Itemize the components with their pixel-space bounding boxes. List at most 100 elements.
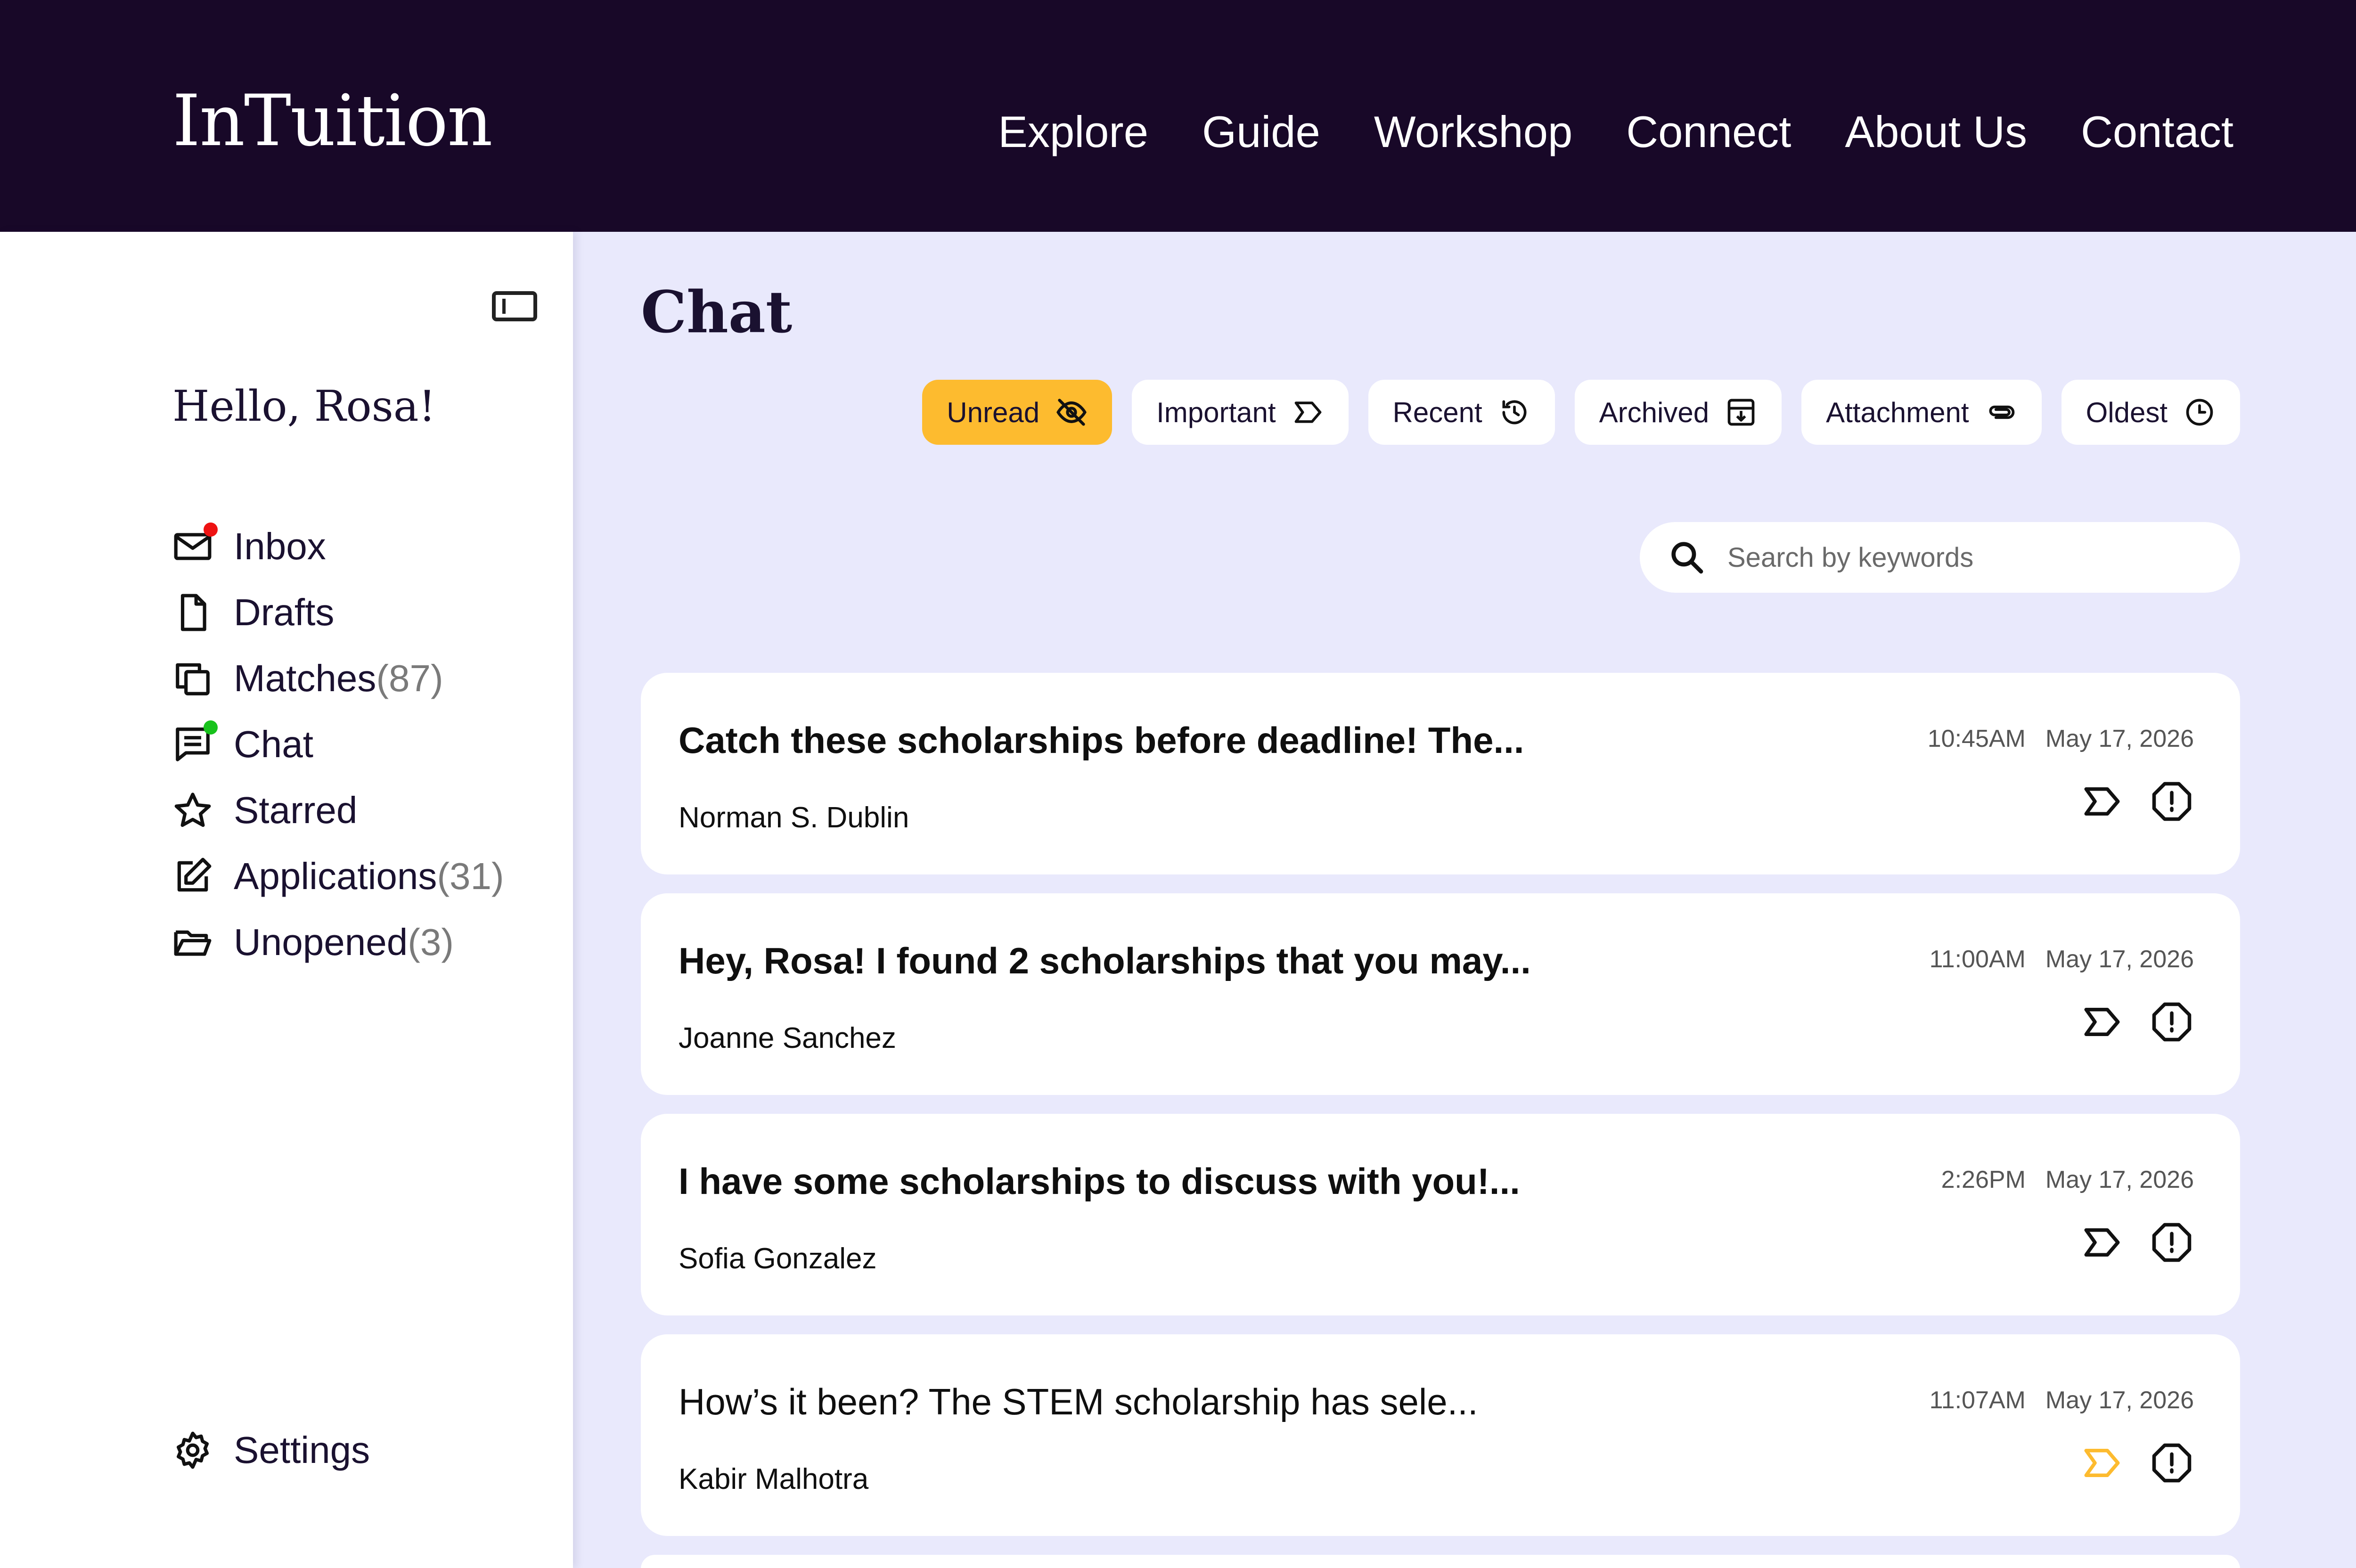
nav-guide[interactable]: Guide bbox=[1202, 106, 1320, 157]
message-list: Catch these scholarships before deadline… bbox=[641, 673, 2240, 1568]
sidebar-item-unopened[interactable]: Unopened (3) bbox=[172, 909, 504, 975]
message-card[interactable]: I have some scholarships to discuss with… bbox=[641, 1114, 2240, 1315]
report-icon[interactable] bbox=[2151, 780, 2193, 823]
important-label-icon[interactable] bbox=[2081, 780, 2123, 823]
message-time: 2:26PM bbox=[1941, 1166, 2026, 1193]
nav-workshop[interactable]: Workshop bbox=[1374, 106, 1572, 157]
filter-label: Attachment bbox=[1826, 396, 1969, 428]
message-timestamp: 10:45AM May 17, 2026 bbox=[1928, 725, 2194, 753]
sidebar-menu: Inbox Drafts Matches (87) Chat Starred A… bbox=[172, 514, 504, 975]
filter-unread[interactable]: Unread bbox=[922, 380, 1113, 445]
main-nav: Explore Guide Workshop Connect About Us … bbox=[998, 106, 2233, 157]
history-icon bbox=[1502, 400, 1527, 425]
sidebar-item-label: Applications bbox=[234, 855, 437, 897]
sidebar-item-starred[interactable]: Starred bbox=[172, 777, 504, 843]
star-icon bbox=[172, 790, 213, 831]
message-subject: I have some scholarships to discuss with… bbox=[679, 1160, 1520, 1202]
sidebar-item-drafts[interactable]: Drafts bbox=[172, 580, 504, 645]
message-subject: How’s it been? The STEM scholarship has … bbox=[679, 1381, 1478, 1422]
filter-label: Recent bbox=[1392, 396, 1482, 428]
message-date: May 17, 2026 bbox=[2045, 1387, 2194, 1414]
sidebar-item-matches[interactable]: Matches (87) bbox=[172, 645, 504, 711]
mail-icon bbox=[172, 523, 218, 567]
sidebar-item-label: Matches bbox=[234, 657, 376, 699]
message-sender: Joanne Sanchez bbox=[679, 1022, 896, 1054]
archive-icon bbox=[1727, 399, 1755, 426]
search-icon bbox=[1671, 542, 1703, 574]
nav-explore[interactable]: Explore bbox=[998, 106, 1148, 157]
folder-open-icon bbox=[172, 922, 213, 963]
message-card[interactable]: Catch these scholarships before deadline… bbox=[641, 673, 2240, 874]
important-label-icon[interactable] bbox=[2081, 1442, 2123, 1484]
brand-logo[interactable]: InTuition bbox=[172, 80, 493, 162]
important-label-icon[interactable] bbox=[2081, 1221, 2123, 1264]
message-card[interactable]: Hey, Rosa! I found 2 scholarships that y… bbox=[641, 893, 2240, 1095]
message-card[interactable] bbox=[641, 1555, 2240, 1568]
filter-label: Oldest bbox=[2086, 396, 2168, 428]
nav-contact[interactable]: Contact bbox=[2081, 106, 2233, 157]
message-timestamp: 2:26PM May 17, 2026 bbox=[1941, 1166, 2194, 1194]
file-icon bbox=[172, 592, 213, 633]
sidebar-item-label: Unopened bbox=[234, 921, 408, 963]
message-sender: Sofia Gonzalez bbox=[679, 1242, 877, 1275]
applications-count: (31) bbox=[437, 855, 504, 897]
message-date: May 17, 2026 bbox=[2045, 946, 2194, 973]
message-date: May 17, 2026 bbox=[2045, 725, 2194, 752]
settings-label: Settings bbox=[234, 1429, 370, 1471]
sidebar-item-chat[interactable]: Chat bbox=[172, 711, 504, 777]
message-timestamp: 11:00AM May 17, 2026 bbox=[1930, 945, 2194, 973]
search-bar[interactable] bbox=[1640, 522, 2240, 593]
sidebar-item-label: Starred bbox=[234, 789, 358, 831]
unread-dot bbox=[204, 523, 218, 537]
filter-label: Important bbox=[1156, 396, 1276, 428]
important-label-icon[interactable] bbox=[2081, 1001, 2123, 1043]
filter-recent[interactable]: Recent bbox=[1368, 380, 1555, 445]
message-sender: Kabir Malhotra bbox=[679, 1463, 869, 1495]
message-time: 10:45AM bbox=[1927, 725, 2026, 752]
report-icon[interactable] bbox=[2151, 1221, 2193, 1264]
eye-off-icon bbox=[1056, 399, 1087, 426]
nav-connect[interactable]: Connect bbox=[1626, 106, 1791, 157]
search-input[interactable] bbox=[1727, 541, 2199, 573]
sidebar-item-applications[interactable]: Applications (31) bbox=[172, 843, 504, 909]
message-card[interactable]: How’s it been? The STEM scholarship has … bbox=[641, 1334, 2240, 1536]
message-subject: Catch these scholarships before deadline… bbox=[679, 719, 1524, 761]
edit-icon bbox=[172, 856, 213, 897]
sidebar-item-label: Chat bbox=[234, 723, 313, 765]
sidebar-item-label: Inbox bbox=[234, 525, 326, 567]
filter-important[interactable]: Important bbox=[1132, 380, 1349, 445]
gear-icon bbox=[172, 1430, 213, 1470]
filter-oldest[interactable]: Oldest bbox=[2061, 380, 2240, 445]
greeting: Hello, Rosa! bbox=[172, 382, 436, 431]
filter-attachment[interactable]: Attachment bbox=[1801, 380, 2042, 445]
clock-icon bbox=[2186, 399, 2213, 426]
sidebar-collapse-icon[interactable] bbox=[492, 291, 537, 321]
filter-archived[interactable]: Archived bbox=[1574, 380, 1782, 445]
message-date: May 17, 2026 bbox=[2045, 1166, 2194, 1193]
unopened-count: (3) bbox=[408, 921, 454, 963]
message-actions bbox=[2081, 1001, 2193, 1043]
matches-count: (87) bbox=[376, 657, 443, 699]
message-time: 11:07AM bbox=[1929, 1387, 2026, 1414]
chat-icon bbox=[172, 720, 218, 765]
message-actions bbox=[2081, 780, 2193, 823]
label-icon bbox=[1294, 401, 1321, 423]
top-navigation-bar: InTuition Explore Guide Workshop Connect… bbox=[0, 0, 2356, 232]
filter-label: Archived bbox=[1599, 396, 1710, 428]
sidebar-item-label: Drafts bbox=[234, 591, 335, 633]
filter-bar: Unread Important Recent Archived Attachm… bbox=[922, 380, 2240, 445]
sidebar: Hello, Rosa! Inbox Drafts Matches (87) C… bbox=[0, 232, 573, 1568]
sidebar-item-inbox[interactable]: Inbox bbox=[172, 514, 504, 580]
settings-link[interactable]: Settings bbox=[172, 1429, 370, 1472]
filter-label: Unread bbox=[947, 396, 1040, 428]
message-timestamp: 11:07AM May 17, 2026 bbox=[1930, 1386, 2194, 1414]
message-actions bbox=[2081, 1442, 2193, 1484]
nav-about-us[interactable]: About Us bbox=[1845, 106, 2027, 157]
online-dot bbox=[204, 720, 218, 735]
page-title: Chat bbox=[641, 278, 793, 346]
paperclip-icon bbox=[1989, 405, 2014, 419]
report-icon[interactable] bbox=[2151, 1442, 2193, 1484]
report-icon[interactable] bbox=[2151, 1001, 2193, 1043]
message-actions bbox=[2081, 1221, 2193, 1264]
message-sender: Norman S. Dublin bbox=[679, 801, 909, 834]
